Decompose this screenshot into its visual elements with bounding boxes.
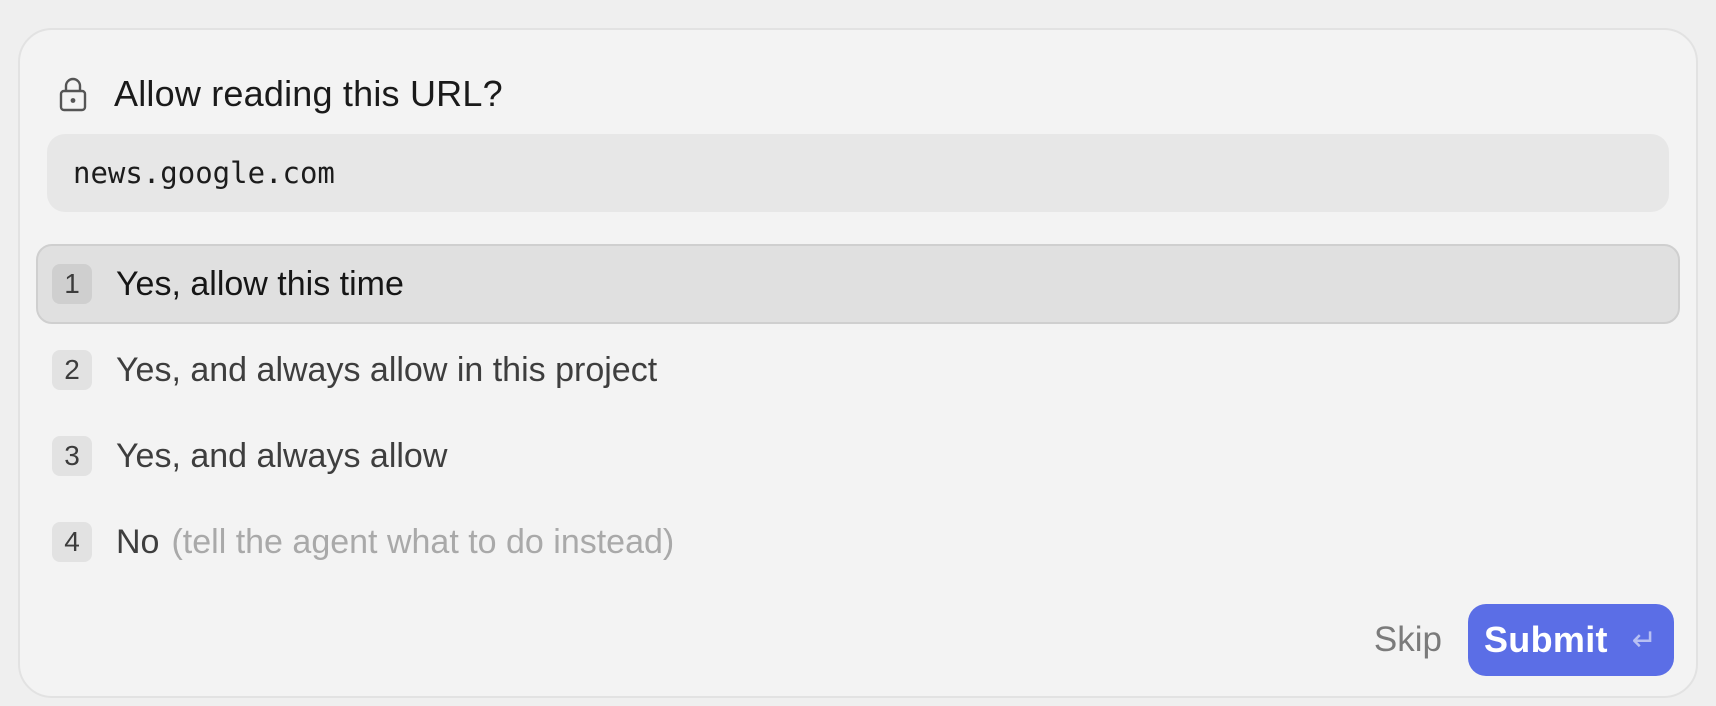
lock-icon — [58, 76, 88, 112]
dialog-title: Allow reading this URL? — [114, 73, 503, 114]
option-number-badge: 2 — [52, 350, 92, 390]
skip-button[interactable]: Skip — [1374, 620, 1442, 660]
submit-button[interactable]: Submit ↵ — [1468, 604, 1674, 676]
option-label: Yes, and always allow — [116, 436, 448, 475]
option-number-badge: 3 — [52, 436, 92, 476]
option-label: No — [116, 522, 160, 561]
dialog-footer: Skip Submit ↵ — [1374, 604, 1674, 676]
option-allow-project[interactable]: 2 Yes, and always allow in this project — [36, 330, 1680, 410]
permission-dialog: Allow reading this URL? news.google.com … — [18, 28, 1698, 698]
url-display: news.google.com — [47, 134, 1669, 212]
option-hint: (tell the agent what to do instead) — [171, 522, 675, 561]
option-allow-once[interactable]: 1 Yes, allow this time — [36, 244, 1680, 324]
option-label: Yes, allow this time — [116, 264, 404, 303]
option-number-badge: 1 — [52, 264, 92, 304]
enter-key-icon: ↵ — [1631, 623, 1657, 657]
submit-label: Submit — [1484, 619, 1608, 660]
option-label: Yes, and always allow in this project — [116, 350, 658, 389]
dialog-header: Allow reading this URL? — [58, 64, 503, 124]
options-list: 1 Yes, allow this time 2 Yes, and always… — [36, 244, 1680, 588]
option-always-allow[interactable]: 3 Yes, and always allow — [36, 416, 1680, 496]
url-text: news.google.com — [73, 156, 335, 190]
option-number-badge: 4 — [52, 522, 92, 562]
option-deny[interactable]: 4 No (tell the agent what to do instead) — [36, 502, 1680, 582]
